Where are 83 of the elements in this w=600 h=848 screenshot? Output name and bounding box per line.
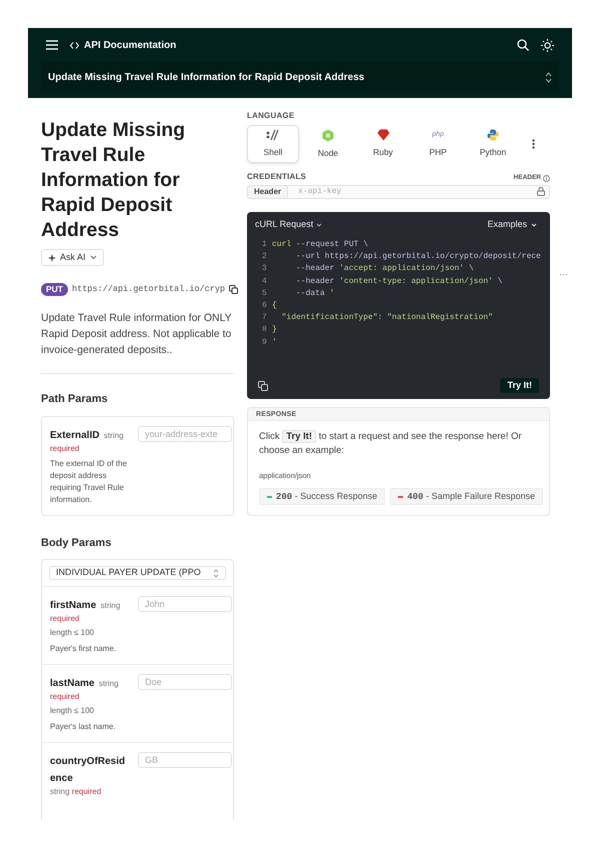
endpoint-url: https://api.getorbital.io/cryp [72, 283, 226, 296]
line-number: 4 [262, 276, 268, 288]
language-tab[interactable]: Python [467, 125, 519, 163]
method-badge: PUT [41, 283, 68, 296]
param-type: string [104, 430, 124, 440]
shell-icon [266, 129, 280, 142]
code-line: --header 'content-type: application/json' \ [295, 276, 502, 288]
line-number: 3 [262, 263, 268, 276]
param-name: lastName [50, 678, 94, 689]
chevron-updown-icon [213, 568, 219, 578]
code-line: --data ' [295, 288, 334, 300]
line-number: 2 [262, 251, 268, 264]
constraint-text: length ≤ 100 [50, 627, 95, 639]
lock-icon [537, 187, 545, 196]
variant-select[interactable]: INDIVIDUAL PAYER UPDATE (PPO [49, 566, 226, 580]
param-input[interactable]: your-address-exte [138, 426, 232, 442]
ask-ai-button[interactable]: Ask AI [41, 249, 104, 266]
try-it-button[interactable]: Try It! [500, 378, 539, 393]
sparkle-icon [48, 254, 56, 262]
hexagon-icon [322, 128, 334, 142]
line-number: 7 [262, 312, 268, 324]
code-line: --header 'accept: application/json' \ [295, 263, 474, 276]
code-line: } [272, 324, 277, 336]
chevron-down-icon [531, 222, 537, 226]
chevron-updown-icon [545, 72, 552, 82]
response-hint: Click Try It! to start a request and see the response here! Or choose an example: [259, 430, 523, 458]
section-heading: Path Params [41, 392, 109, 407]
section-heading: Body Params [41, 536, 112, 550]
param-description: The external ID of the deposit address requiring Travel Rule information. [50, 458, 128, 506]
response-example-button[interactable]: 400 - Sample Failure Response [390, 488, 544, 506]
code-line: "identificationType": "nationalRegistration" [280, 312, 493, 324]
param-type: string [100, 601, 120, 610]
page-title: Update Missing Travel Rule Information for Rapid Deposit Address [41, 118, 186, 243]
code-line: { [272, 300, 277, 312]
constraint-text: length ≤ 100 [50, 705, 95, 717]
param-name: ExternalID [50, 430, 100, 440]
section-label: LANGUAGE [247, 110, 296, 122]
try-it-chip: Try It! [282, 430, 316, 443]
required-label: required [50, 691, 80, 703]
param-input[interactable]: Doe [138, 674, 232, 690]
code-line: ' [272, 336, 277, 349]
copy-icon[interactable] [258, 380, 268, 390]
copy-icon[interactable] [229, 285, 238, 294]
more-vertical-icon[interactable] [532, 139, 535, 149]
required-label: required [50, 442, 80, 454]
code-icon [70, 42, 79, 48]
param-description: Payer's first name. [50, 643, 117, 655]
app-title: API Documentation [84, 38, 176, 52]
chevron-down-icon [90, 255, 97, 260]
param-name: countryOfResidence [50, 756, 126, 784]
gem-icon [376, 129, 390, 142]
required-label: required [72, 787, 102, 796]
line-number: 9 [262, 336, 268, 349]
line-number: 8 [262, 324, 268, 336]
info-icon[interactable] [543, 174, 550, 182]
sun-icon[interactable] [541, 38, 554, 52]
response-example-button[interactable]: 200 - Success Response [259, 488, 386, 506]
language-tab[interactable]: Ruby [357, 125, 409, 163]
param-description: Payer's last name. [50, 721, 117, 733]
endpoint-description: Update Travel Rule information for ONLY Rapid Deposit address. Not applicable to invoice-generated deposits.. [41, 311, 232, 358]
line-number: 1 [262, 239, 268, 251]
python-icon [487, 129, 499, 142]
code-line: curl --request PUT \ [272, 239, 368, 251]
param-input[interactable]: GB [138, 752, 232, 768]
param-input[interactable]: John [138, 596, 232, 612]
menu-icon[interactable] [46, 40, 58, 50]
search-icon[interactable] [517, 39, 529, 51]
language-tab[interactable]: Shell [247, 125, 299, 163]
required-label: required [50, 613, 80, 625]
line-number: 6 [262, 300, 268, 312]
api-key-field[interactable]: x-api-key [288, 185, 550, 199]
param-name: firstName [50, 600, 96, 611]
param-type: string [50, 787, 70, 796]
line-number: 5 [262, 288, 268, 300]
request-type-dropdown[interactable]: cURL Request [255, 218, 322, 232]
examples-dropdown[interactable]: Examples [487, 218, 537, 232]
overflow-dots: ··· [559, 268, 568, 281]
code-line: --url https://api.getorbital.io/crypto/deposit/rece [295, 251, 541, 264]
param-type: string [98, 679, 118, 688]
page-selector[interactable]: Update Missing Travel Rule Information for Rapid Deposit Address [42, 62, 558, 92]
chevron-down-icon [316, 222, 322, 226]
section-label: CREDENTIALS [247, 171, 306, 183]
language-tab[interactable]: Node [302, 125, 354, 163]
